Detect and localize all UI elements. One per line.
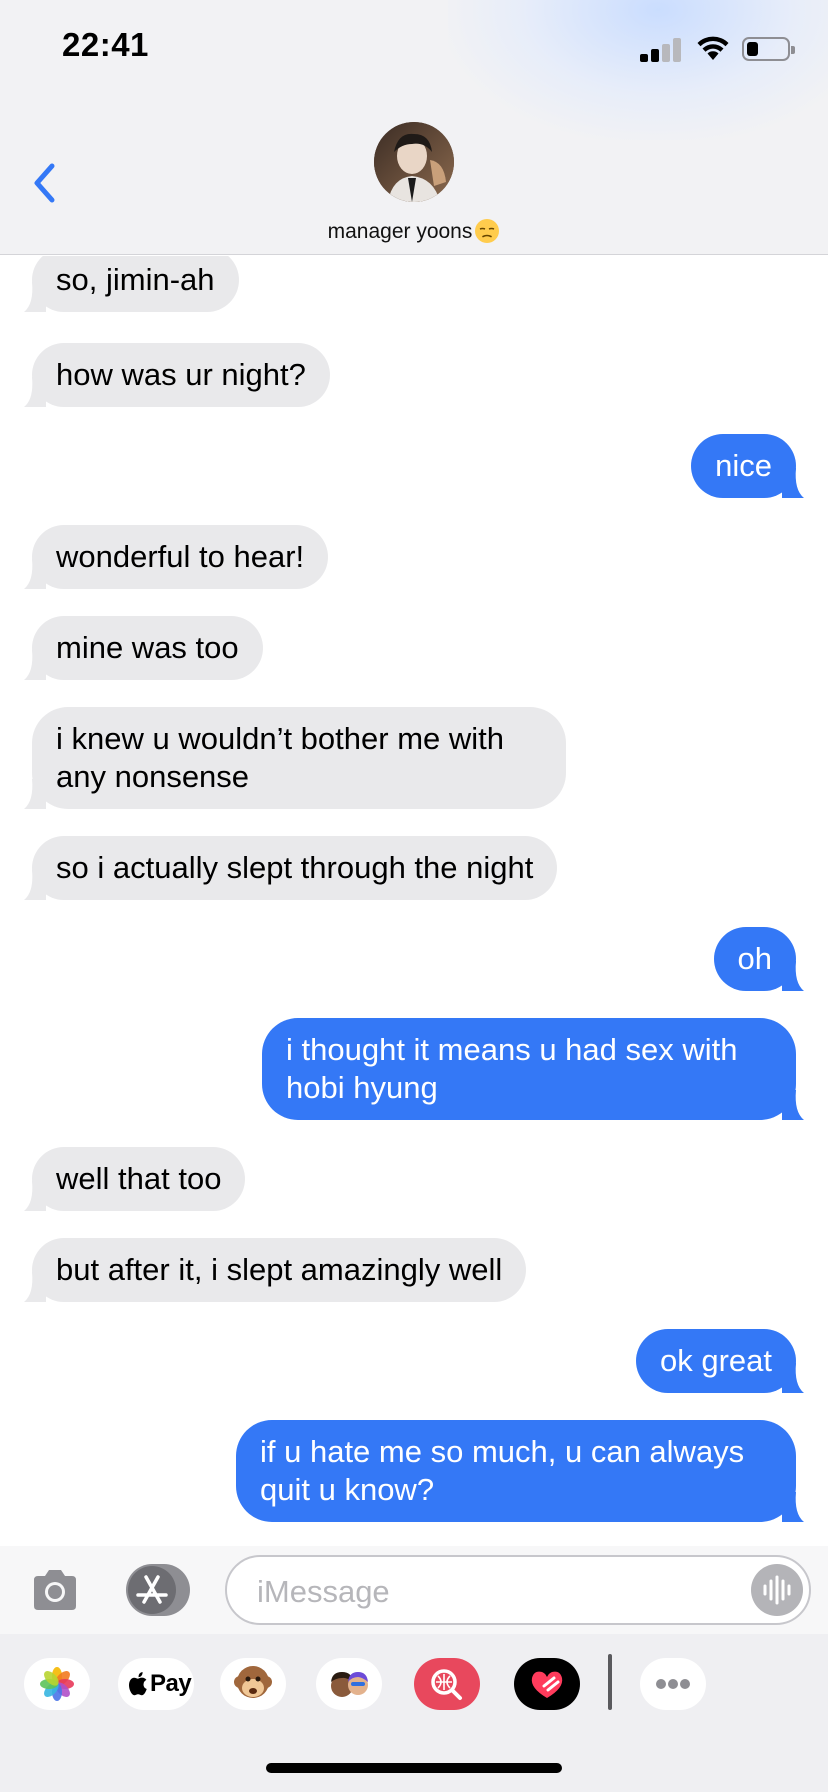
message-text: i thought it means u had sex with hobi h… bbox=[286, 1032, 738, 1105]
bubble-tail bbox=[24, 1181, 46, 1211]
bubble-tail bbox=[782, 1363, 804, 1393]
contact-name-text: manager yoons bbox=[327, 220, 473, 243]
apple-logo-icon bbox=[129, 1672, 147, 1696]
battery-icon bbox=[742, 37, 795, 61]
message-text: oh bbox=[737, 941, 772, 976]
bubble-tail bbox=[782, 961, 804, 991]
chevron-left-icon[interactable] bbox=[30, 160, 60, 206]
bubble-tail bbox=[782, 1492, 804, 1522]
unamused-face-emoji-icon bbox=[475, 219, 500, 243]
gif-search-icon bbox=[414, 1658, 480, 1710]
outgoing-message-bubble[interactable]: ok great bbox=[635, 1329, 804, 1393]
app-store-icon bbox=[136, 1575, 168, 1604]
message-text: mine was too bbox=[56, 630, 239, 665]
monkey-animoji-icon bbox=[234, 1666, 272, 1698]
audio-message-button[interactable] bbox=[751, 1564, 803, 1616]
outgoing-message-bubble[interactable]: nice bbox=[691, 434, 804, 498]
contact-name[interactable]: manager yoons bbox=[0, 218, 828, 244]
message-text: nice bbox=[715, 448, 772, 483]
drawer-divider bbox=[608, 1654, 612, 1710]
incoming-message-bubble[interactable]: mine was too bbox=[24, 616, 263, 680]
photos-app-button[interactable] bbox=[24, 1658, 90, 1710]
message-list[interactable]: so, jimin-ah how was ur night? nice wond… bbox=[0, 256, 828, 1546]
incoming-message-bubble[interactable]: so, jimin-ah bbox=[24, 256, 239, 312]
bubble-tail bbox=[24, 1272, 46, 1302]
incoming-message-bubble[interactable]: wonderful to hear! bbox=[24, 525, 329, 589]
outgoing-message-bubble[interactable]: if u hate me so much, u can always quit … bbox=[236, 1420, 804, 1522]
wifi-icon bbox=[697, 36, 729, 60]
digital-touch-button[interactable] bbox=[514, 1658, 580, 1710]
images-search-button[interactable] bbox=[414, 1658, 480, 1710]
memoji-button[interactable] bbox=[316, 1658, 382, 1710]
status-icons bbox=[618, 34, 798, 64]
apple-pay-label: Pay bbox=[150, 1670, 192, 1697]
app-store-button[interactable] bbox=[126, 1564, 190, 1616]
message-input[interactable]: iMessage bbox=[225, 1555, 811, 1625]
compose-bar: iMessage bbox=[0, 1546, 828, 1634]
avatar[interactable] bbox=[374, 122, 454, 202]
incoming-message-bubble[interactable]: how was ur night? bbox=[24, 343, 330, 407]
camera-icon[interactable] bbox=[30, 1568, 80, 1612]
bubble-tail bbox=[24, 282, 46, 312]
outgoing-message-bubble[interactable]: i thought it means u had sex with hobi h… bbox=[262, 1018, 804, 1120]
photos-icon bbox=[40, 1667, 74, 1701]
bubble-tail bbox=[782, 468, 804, 498]
message-text: if u hate me so much, u can always quit … bbox=[260, 1434, 745, 1507]
message-text: how was ur night? bbox=[56, 357, 306, 392]
outgoing-message-bubble[interactable]: oh bbox=[713, 927, 804, 991]
home-indicator[interactable] bbox=[266, 1763, 562, 1773]
message-text: but after it, i slept amazingly well bbox=[56, 1252, 503, 1287]
message-text: well that too bbox=[56, 1161, 222, 1196]
status-time: 22:41 bbox=[62, 26, 149, 63]
conversation-header: 22:41 manager yoons bbox=[0, 0, 828, 255]
animoji-button[interactable] bbox=[220, 1658, 286, 1710]
more-apps-button[interactable] bbox=[640, 1658, 706, 1710]
message-text: so, jimin-ah bbox=[56, 262, 215, 297]
more-apps-icon bbox=[656, 1679, 690, 1689]
message-text: so i actually slept through the night bbox=[56, 850, 534, 885]
incoming-message-bubble[interactable]: so i actually slept through the night bbox=[24, 836, 558, 900]
incoming-message-bubble[interactable]: well that too bbox=[24, 1147, 246, 1211]
bubble-tail bbox=[24, 779, 46, 809]
bubble-tail bbox=[24, 377, 46, 407]
header-glow bbox=[448, 0, 828, 140]
apple-pay-button[interactable]: Pay bbox=[118, 1658, 194, 1710]
incoming-message-bubble[interactable]: i knew u wouldn’t bother me with any non… bbox=[24, 707, 566, 809]
bubble-tail bbox=[24, 650, 46, 680]
digital-touch-icon bbox=[514, 1658, 580, 1710]
memoji-icon bbox=[331, 1672, 368, 1697]
bubble-tail bbox=[24, 559, 46, 589]
message-text: i knew u wouldn’t bother me with any non… bbox=[56, 721, 505, 794]
cellular-signal-icon bbox=[640, 38, 684, 62]
bubble-tail bbox=[24, 870, 46, 900]
message-input-placeholder: iMessage bbox=[257, 1574, 390, 1609]
waveform-icon bbox=[763, 1575, 791, 1605]
bubble-tail bbox=[782, 1090, 804, 1120]
message-text: wonderful to hear! bbox=[56, 539, 305, 574]
message-text: ok great bbox=[659, 1343, 772, 1378]
incoming-message-bubble[interactable]: but after it, i slept amazingly well bbox=[24, 1238, 527, 1302]
